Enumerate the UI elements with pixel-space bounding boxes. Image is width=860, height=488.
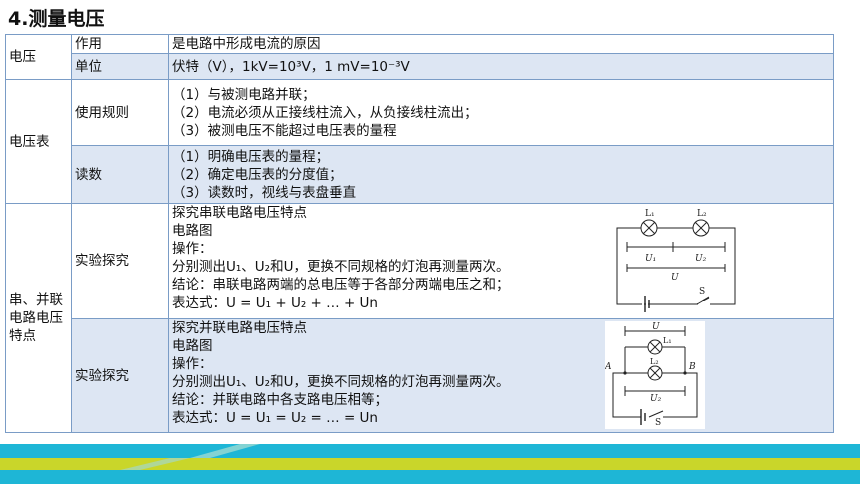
usage-row: 电压表 使用规则 （1）与被测电路并联； （2）电流必须从正接线柱流入，从负接线… bbox=[5, 79, 834, 204]
parallel-row: 实验探究 探究并联电路电压特点 电路图 操作： 分别测出U₁、U₂和U，更换不同… bbox=[5, 318, 834, 433]
reading-rule: （3）读数时，视线与表盘垂直 bbox=[172, 184, 357, 201]
reading-rules: （1）明确电压表的量程； （2）确定电压表的分度值； （3）读数时，视线与表盘垂… bbox=[168, 145, 834, 204]
series-diagram-label: L₁ bbox=[645, 209, 655, 219]
parallel-label: 实验探究 bbox=[71, 318, 169, 433]
effect-value: 是电路中形成电流的原因 bbox=[168, 34, 834, 54]
parallel-line: 操作： bbox=[172, 356, 213, 372]
reading-rule: （2）确定电压表的分度值； bbox=[172, 166, 343, 183]
series-label: 实验探究 bbox=[71, 203, 169, 319]
page-title: 4.测量电压 bbox=[8, 8, 105, 30]
reading-label: 读数 bbox=[71, 145, 169, 204]
parallel-diagram-label: A bbox=[605, 362, 612, 372]
usage-label: 使用规则 bbox=[71, 79, 169, 146]
parallel-diagram-label: U₂ bbox=[650, 394, 662, 404]
parallel-line: 结论：并联电路中各支路电压相等； bbox=[172, 392, 388, 408]
voltage-table: 电压 作用 是电路中形成电流的原因 单位 伏特（V），1kV=10³V，1 mV… bbox=[5, 34, 834, 433]
circuit-header: 串、并联电路电压特点 bbox=[5, 203, 72, 433]
parallel-line: 分别测出U₁、U₂和U，更换不同规格的灯泡再测量两次。 bbox=[172, 374, 510, 390]
series-content: 探究串联电路电压特点 电路图 操作： 分别测出U₁、U₂和U，更换不同规格的灯泡… bbox=[168, 203, 834, 319]
voltage-header: 电压 bbox=[5, 34, 72, 80]
decorative-footer-band bbox=[0, 434, 860, 484]
series-diagram-label: U bbox=[671, 273, 679, 283]
usage-rule: （2）电流必须从正接线柱流入，从负接线柱流出； bbox=[172, 104, 478, 121]
parallel-line: 探究并联电路电压特点 bbox=[172, 320, 307, 336]
series-diagram-label: U₁ bbox=[645, 254, 656, 264]
parallel-line: 表达式：U = U₁ = U₂ = … = Un bbox=[172, 410, 378, 426]
parallel-circuit-diagram: U L₁ L₂ U₂ A B S bbox=[605, 321, 705, 429]
unit-row: 单位 伏特（V），1kV=10³V，1 mV=10⁻³V bbox=[5, 53, 834, 80]
series-circuit-diagram: L₁ L₂ U₁ U₂ U S bbox=[605, 208, 749, 314]
usage-rule: （3）被测电压不能超过电压表的量程 bbox=[172, 122, 397, 139]
series-diagram-label: S bbox=[699, 287, 705, 297]
parallel-diagram-label: S bbox=[655, 418, 661, 428]
parallel-diagram-label: L₂ bbox=[650, 357, 659, 366]
parallel-diagram-label: U bbox=[652, 322, 660, 332]
series-diagram-label: L₂ bbox=[697, 209, 707, 219]
parallel-diagram-label: B bbox=[688, 362, 696, 372]
parallel-diagram-label: L₁ bbox=[663, 336, 672, 345]
unit-value: 伏特（V），1kV=10³V，1 mV=10⁻³V bbox=[168, 53, 834, 80]
reading-row: 读数 （1）明确电压表的量程； （2）确定电压表的分度值； （3）读数时，视线与… bbox=[5, 145, 834, 204]
series-row: 串、并联电路电压特点 实验探究 探究串联电路电压特点 电路图 操作： 分别测出U… bbox=[5, 203, 834, 433]
parallel-content: 探究并联电路电压特点 电路图 操作： 分别测出U₁、U₂和U，更换不同规格的灯泡… bbox=[168, 318, 834, 433]
unit-label: 单位 bbox=[71, 53, 169, 80]
voltmeter-header: 电压表 bbox=[5, 79, 72, 204]
effect-label: 作用 bbox=[71, 34, 169, 54]
usage-rule: （1）与被测电路并联； bbox=[172, 86, 316, 103]
effect-row: 电压 作用 是电路中形成电流的原因 bbox=[5, 34, 834, 80]
reading-rule: （1）明确电压表的量程； bbox=[172, 148, 330, 165]
usage-rules: （1）与被测电路并联； （2）电流必须从正接线柱流入，从负接线柱流出； （3）被… bbox=[168, 79, 834, 146]
parallel-line: 电路图 bbox=[172, 338, 213, 354]
series-diagram-label: U₂ bbox=[695, 254, 707, 264]
